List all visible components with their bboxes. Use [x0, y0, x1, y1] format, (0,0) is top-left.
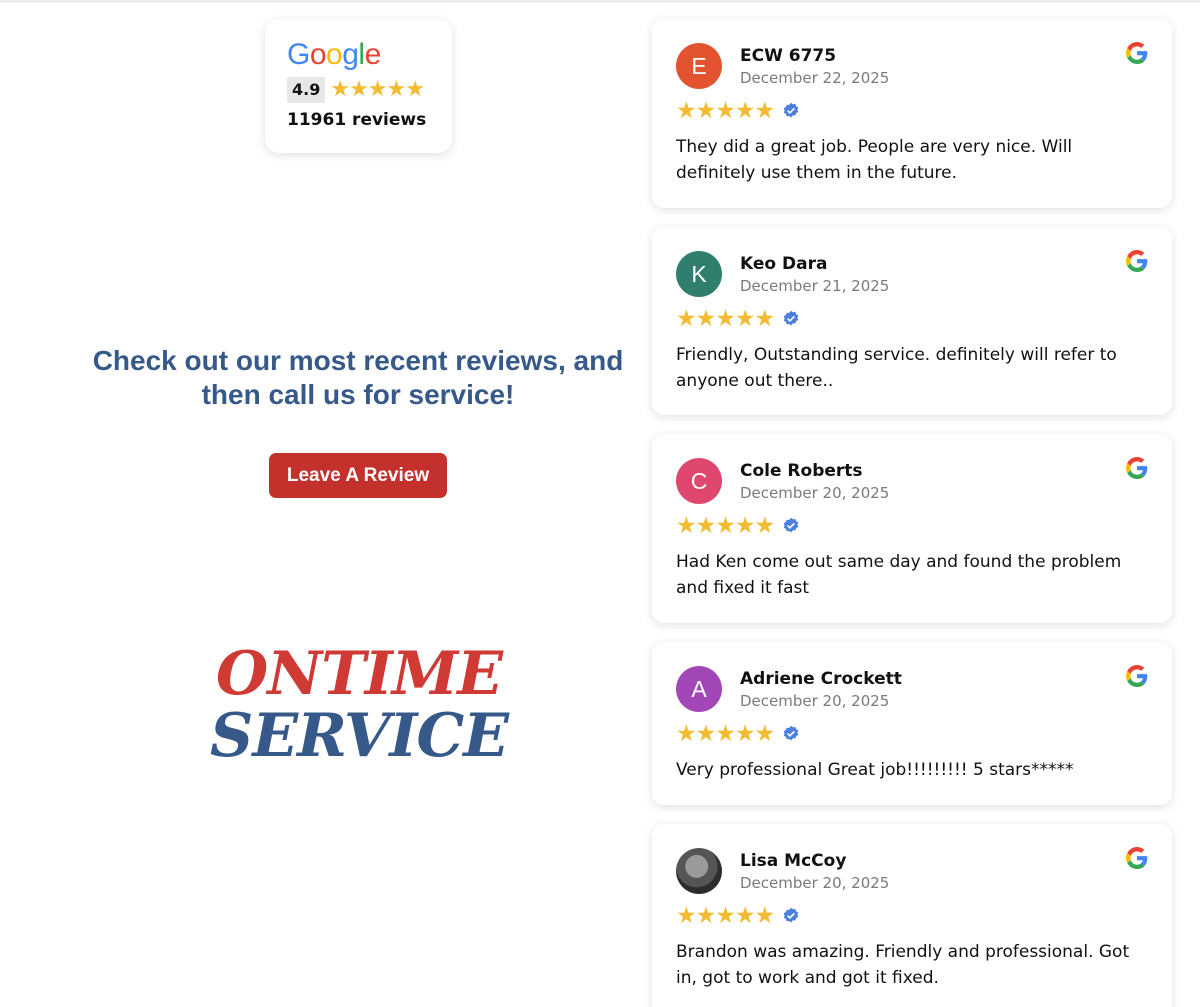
average-rating: 4.9 [287, 77, 326, 103]
google-g-icon [1126, 42, 1148, 64]
verified-badge-icon [783, 725, 799, 741]
review-card[interactable]: E ECW 6775 December 22, 2025 ★★★★★ They … [652, 19, 1172, 208]
review-text: Had Ken come out same day and found the … [676, 552, 1122, 598]
review-text: They did a great job. People are very ni… [676, 137, 1073, 183]
review-card[interactable]: K Keo Dara December 21, 2025 ★★★★★ Frien… [652, 227, 1172, 415]
ontime-service-logo: ONTIME SERVICE [196, 643, 522, 771]
rating-stars: ★★★★★ [330, 77, 425, 102]
google-g-icon [1126, 665, 1148, 687]
reviewer-name: Lisa McCoy [740, 851, 847, 871]
reviewer-name: Keo Dara [740, 254, 828, 274]
logo-line-ontime: ONTIME [216, 639, 503, 709]
review-card[interactable]: Lisa McCoy December 20, 2025 ★★★★★ Brand… [652, 824, 1172, 1007]
review-date: December 20, 2025 [740, 692, 890, 710]
review-date: December 20, 2025 [740, 874, 890, 892]
verified-badge-icon [783, 517, 799, 533]
top-divider [0, 0, 1200, 3]
review-text: Friendly, Outstanding service. definitel… [676, 345, 1117, 391]
google-g-icon [1126, 457, 1148, 479]
review-rating: ★★★★★ [676, 513, 800, 539]
verified-badge-icon [783, 310, 799, 326]
review-stars: ★★★★★ [676, 513, 775, 539]
review-stars: ★★★★★ [676, 306, 775, 332]
review-card[interactable]: C Cole Roberts December 20, 2025 ★★★★★ H… [652, 434, 1172, 623]
avatar: A [676, 666, 722, 712]
avatar: K [676, 251, 722, 297]
review-date: December 22, 2025 [740, 69, 890, 87]
reviews-count: 11961 reviews [287, 110, 427, 130]
rating-row: 4.9 ★★★★★ [287, 77, 430, 103]
review-date: December 20, 2025 [740, 484, 890, 502]
review-rating: ★★★★★ [676, 721, 800, 747]
leave-review-button[interactable]: Leave A Review [269, 453, 447, 498]
google-g-icon [1126, 250, 1148, 272]
reviewer-name: Adriene Crockett [740, 669, 902, 689]
avatar: E [676, 43, 722, 89]
google-logo: Google [287, 38, 381, 71]
review-rating: ★★★★★ [676, 98, 800, 124]
review-text: Brandon was amazing. Friendly and profes… [676, 942, 1130, 988]
logo-line-service: SERVICE [210, 701, 509, 771]
reviewer-name: Cole Roberts [740, 461, 863, 481]
reviewer-name: ECW 6775 [740, 46, 837, 66]
review-card[interactable]: A Adriene Crockett December 20, 2025 ★★★… [652, 642, 1172, 805]
google-g-icon [1126, 847, 1148, 869]
reviews-headline: Check out our most recent reviews, and t… [92, 345, 624, 410]
review-text: Very professional Great job!!!!!!!!! 5 s… [676, 760, 1074, 780]
review-stars: ★★★★★ [676, 98, 775, 124]
avatar-photo [676, 848, 722, 894]
review-stars: ★★★★★ [676, 903, 775, 929]
review-rating: ★★★★★ [676, 306, 800, 332]
google-rating-summary[interactable]: Google 4.9 ★★★★★ 11961 reviews [265, 19, 452, 153]
verified-badge-icon [783, 102, 799, 118]
review-rating: ★★★★★ [676, 903, 800, 929]
review-date: December 21, 2025 [740, 277, 890, 295]
review-stars: ★★★★★ [676, 721, 775, 747]
verified-badge-icon [783, 907, 799, 923]
avatar: C [676, 458, 722, 504]
